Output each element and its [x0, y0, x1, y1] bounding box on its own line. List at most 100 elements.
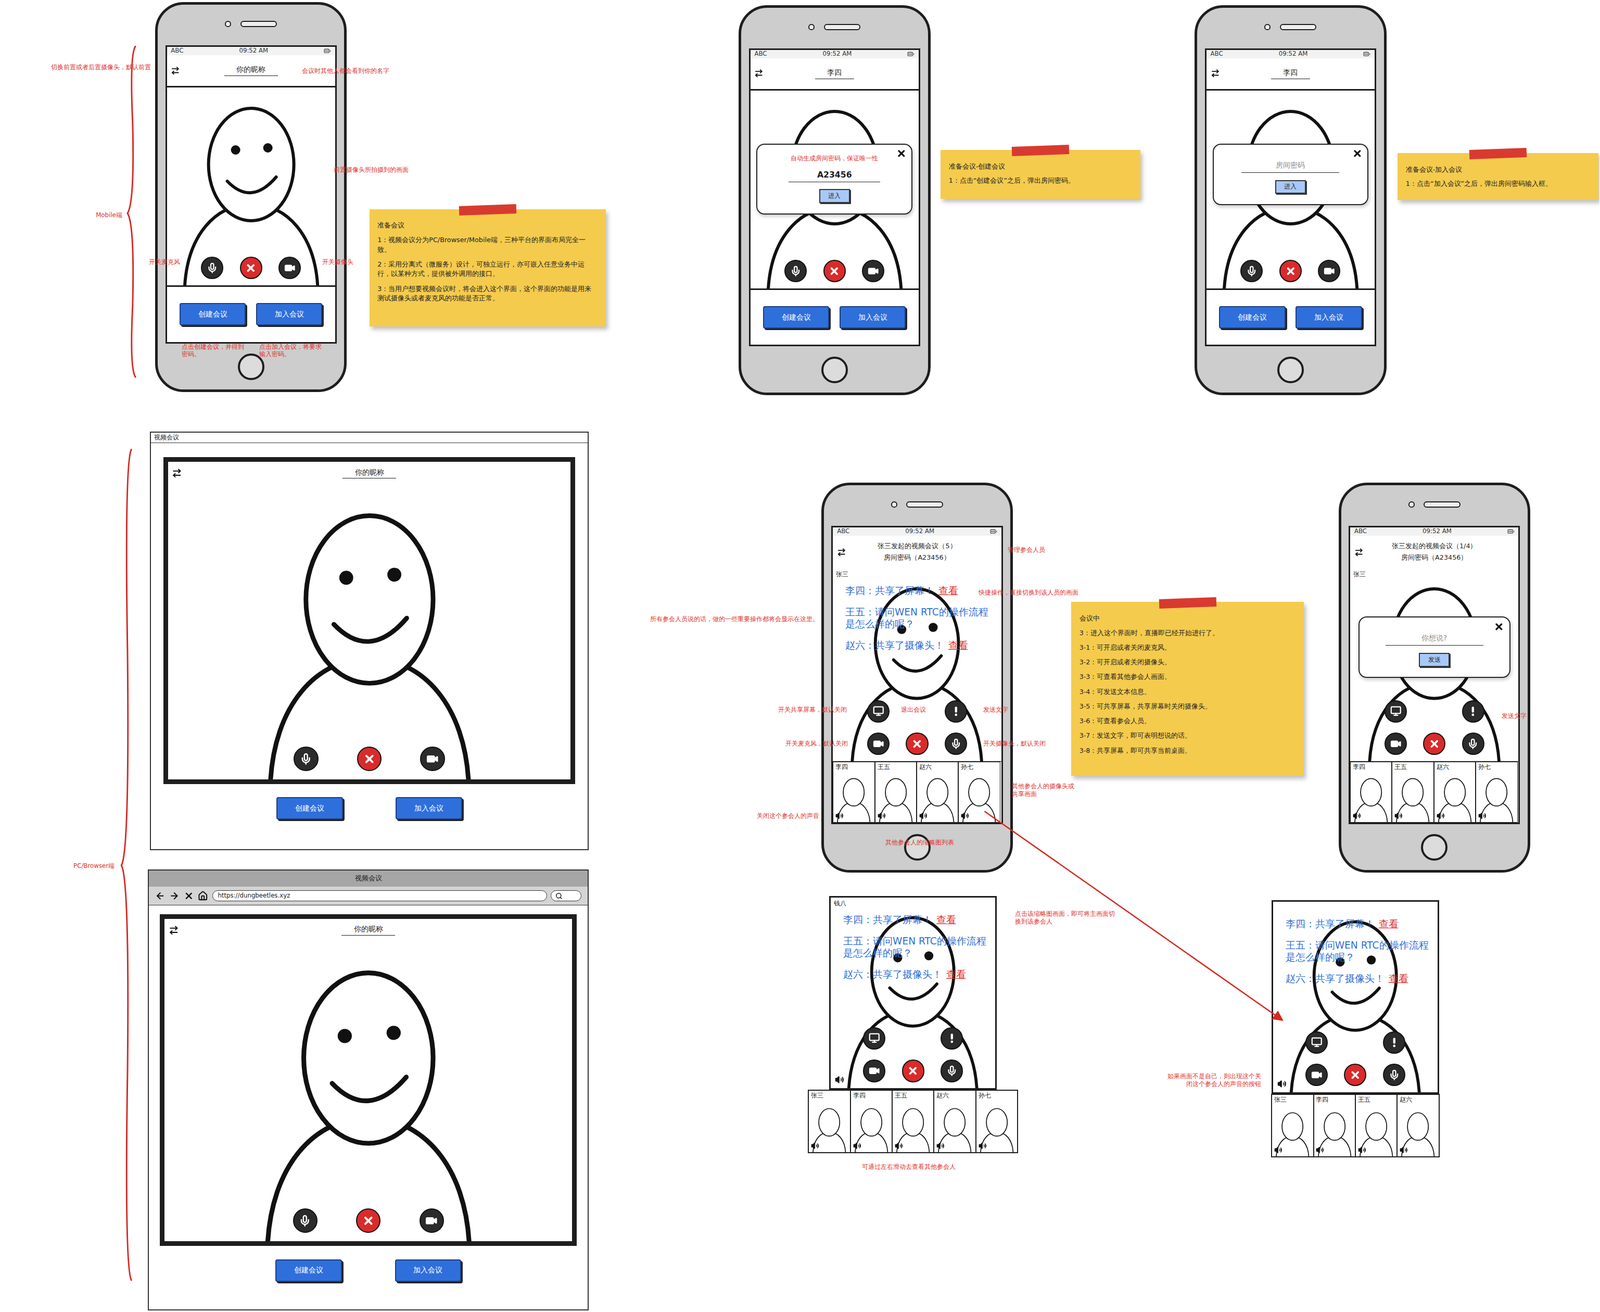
create-meeting-button[interactable]: 创建会议 — [275, 1259, 342, 1282]
participant-thumbnail[interactable]: 王五 — [1391, 761, 1434, 823]
close-button[interactable] — [1493, 621, 1505, 632]
hangup-button[interactable] — [357, 746, 382, 771]
view-link[interactable]: 查看 — [1388, 972, 1409, 984]
address-bar[interactable]: https://dungbeetles.xyz — [212, 890, 548, 902]
mute-participant-button[interactable] — [810, 1141, 820, 1150]
mute-participant-button[interactable] — [853, 1141, 862, 1150]
screen-button[interactable] — [862, 1026, 886, 1050]
dialog-button[interactable]: 进入 — [1275, 180, 1306, 195]
participant-thumbnail[interactable]: 王五 — [874, 761, 917, 823]
mic-button[interactable] — [293, 746, 319, 771]
switch-camera-icon[interactable] — [1210, 68, 1221, 79]
camera-button[interactable] — [1317, 259, 1341, 283]
mic-button[interactable] — [784, 259, 807, 283]
camera-button[interactable] — [861, 259, 885, 283]
home-button[interactable] — [904, 833, 931, 861]
create-meeting-button[interactable]: 创建会议 — [179, 302, 246, 326]
join-meeting-button[interactable]: 加入会议 — [395, 1259, 462, 1282]
participant-thumbnail[interactable]: 赵六 — [916, 761, 959, 823]
hangup-button[interactable] — [905, 732, 929, 755]
home-icon[interactable] — [197, 890, 209, 901]
dialog-input[interactable]: 你想说? — [1385, 627, 1484, 646]
mute-participant-button[interactable] — [978, 1141, 987, 1150]
mic-button[interactable] — [940, 1059, 963, 1082]
mute-participant-button[interactable] — [1357, 1145, 1367, 1154]
dialog-input[interactable]: 房间密码 — [1241, 154, 1340, 173]
participant-thumbnail[interactable]: 李四 — [1313, 1094, 1356, 1157]
camera-button[interactable] — [1305, 1063, 1328, 1086]
participant-thumbnail[interactable]: 王五 — [1355, 1094, 1398, 1157]
mute-participant-button[interactable] — [960, 811, 970, 820]
mute-participant-button[interactable] — [877, 811, 886, 820]
camera-button[interactable] — [867, 732, 890, 755]
home-button[interactable] — [1277, 356, 1304, 384]
view-link[interactable]: 查看 — [948, 639, 969, 651]
camera-button[interactable] — [1384, 732, 1407, 755]
mute-participant-button[interactable] — [1394, 811, 1403, 820]
screen-button[interactable] — [1384, 700, 1407, 723]
participant-thumbnail[interactable]: 张三 — [808, 1089, 850, 1153]
mute-participant-button[interactable] — [1277, 1078, 1287, 1089]
screen-button[interactable] — [867, 700, 890, 723]
create-meeting-button[interactable]: 创建会议 — [763, 306, 830, 329]
mic-button[interactable] — [1240, 259, 1263, 283]
mic-button[interactable] — [1462, 732, 1485, 755]
participant-thumbnail[interactable]: 孙七 — [975, 1089, 1018, 1153]
close-button[interactable] — [896, 148, 907, 159]
screen-button[interactable] — [1305, 1031, 1328, 1054]
participant-thumbnail[interactable]: 赵六 — [1433, 761, 1476, 823]
alert-button[interactable] — [1462, 700, 1485, 723]
stop-icon[interactable] — [183, 890, 195, 901]
search-field[interactable] — [550, 890, 582, 902]
view-link[interactable]: 查看 — [946, 968, 967, 980]
participant-thumbnail[interactable]: 孙七 — [1475, 761, 1518, 823]
close-button[interactable] — [1352, 148, 1363, 159]
participant-thumbnail[interactable]: 赵六 — [1397, 1094, 1439, 1157]
home-button[interactable] — [1420, 833, 1448, 861]
switch-camera-icon[interactable] — [168, 924, 180, 936]
dialog-button[interactable]: 发送 — [1418, 652, 1450, 667]
mute-participant-button[interactable] — [1478, 811, 1487, 820]
mic-button[interactable] — [944, 732, 968, 755]
participant-thumbnail[interactable]: 李四 — [850, 1089, 893, 1153]
participant-thumbnail[interactable]: 王五 — [892, 1089, 934, 1153]
hangup-button[interactable] — [1343, 1063, 1367, 1086]
mute-participant-button[interactable] — [1352, 811, 1362, 820]
create-meeting-button[interactable]: 创建会议 — [1218, 306, 1286, 329]
camera-button[interactable] — [419, 1208, 444, 1233]
join-meeting-button[interactable]: 加入会议 — [256, 302, 323, 326]
alert-button[interactable] — [940, 1026, 963, 1050]
participant-thumbnail[interactable]: 孙七 — [958, 761, 1000, 823]
alert-button[interactable] — [944, 700, 968, 723]
join-meeting-button[interactable]: 加入会议 — [1295, 306, 1362, 329]
switch-camera-icon[interactable] — [1354, 547, 1364, 557]
switch-camera-icon[interactable] — [171, 467, 183, 479]
home-button[interactable] — [821, 356, 848, 384]
participant-thumbnail[interactable]: 李四 — [832, 761, 875, 823]
mute-participant-button[interactable] — [834, 1074, 845, 1085]
mute-participant-button[interactable] — [1274, 1145, 1283, 1154]
view-link[interactable]: 查看 — [938, 585, 959, 596]
participant-thumbnail[interactable]: 李四 — [1350, 761, 1392, 823]
hangup-button[interactable] — [902, 1059, 925, 1082]
create-meeting-button[interactable]: 创建会议 — [276, 796, 343, 820]
mute-participant-button[interactable] — [835, 811, 844, 820]
thumbnail-strip[interactable]: 张三李四王五赵六 — [1271, 1093, 1440, 1158]
thumbnail-strip[interactable]: 李四王五赵六孙七 — [1350, 760, 1519, 823]
meeting-title[interactable]: 张三发起的视频会议（5）房间密码（A23456） — [877, 541, 957, 563]
view-link[interactable]: 查看 — [1378, 918, 1399, 930]
join-meeting-button[interactable]: 加入会议 — [395, 796, 462, 820]
mute-participant-button[interactable] — [919, 811, 928, 820]
meeting-title[interactable]: 张三发起的视频会议（1/4）房间密码（A23456） — [1391, 541, 1478, 563]
back-icon[interactable] — [155, 890, 166, 901]
hangup-button[interactable] — [1279, 259, 1302, 283]
mic-button[interactable] — [293, 1208, 318, 1233]
hangup-button[interactable] — [239, 256, 263, 279]
mute-participant-button[interactable] — [1436, 811, 1445, 820]
participant-thumbnail[interactable]: 张三 — [1271, 1094, 1314, 1157]
switch-camera-icon[interactable] — [170, 66, 181, 76]
hangup-button[interactable] — [1423, 732, 1446, 755]
join-meeting-button[interactable]: 加入会议 — [839, 306, 906, 329]
mute-participant-button[interactable] — [936, 1141, 945, 1150]
dialog-button[interactable]: 进入 — [819, 188, 850, 203]
